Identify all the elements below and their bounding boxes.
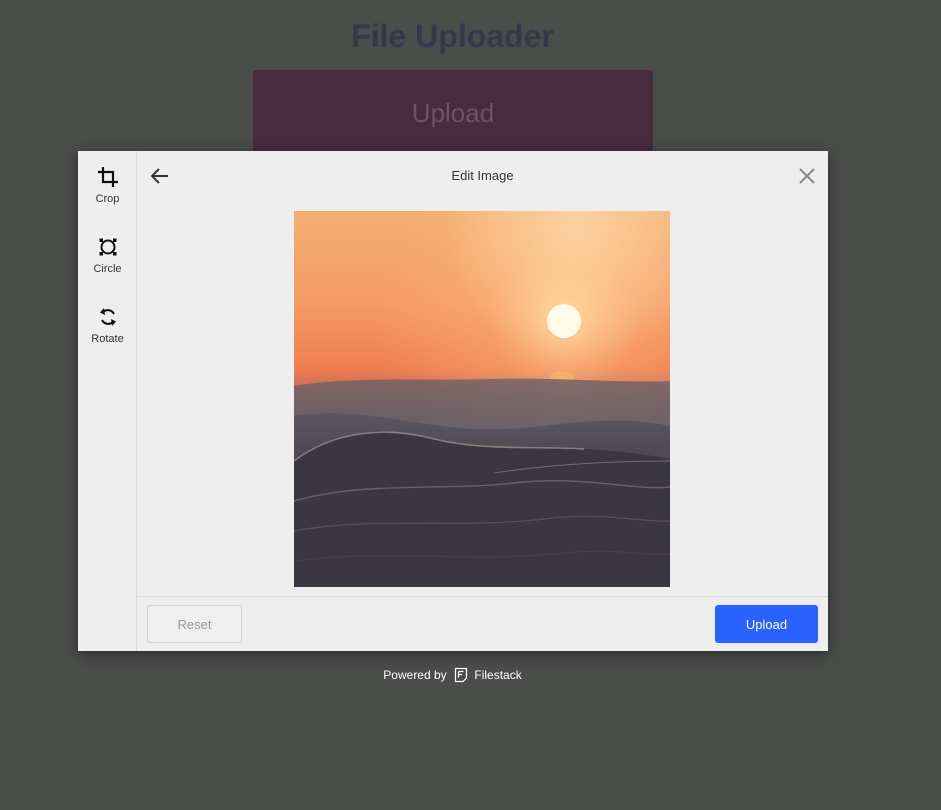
rotate-tool-label: Rotate [91,333,124,345]
sunset-sea-image [294,211,670,587]
powered-by: Powered by Filestack [0,667,905,683]
modal-title: Edit Image [451,168,514,183]
circle-tool[interactable]: Circle [78,235,137,305]
crop-icon [97,167,118,187]
crop-tool[interactable]: Crop [78,165,137,235]
rotate-tool[interactable]: Rotate [78,305,137,375]
background-upload-button: Upload [253,70,653,152]
powered-by-brand[interactable]: Filestack [474,668,521,682]
modal-header: Edit Image [137,151,828,201]
editor-main: Edit Image Reset Upload [137,151,828,651]
powered-by-prefix: Powered by [383,668,447,682]
circle-icon [99,238,116,256]
edit-image-modal: Crop Circle Rotate Edit Image Reset Uplo… [78,151,828,651]
crop-tool-label: Crop [95,193,120,205]
rotate-icon [99,308,116,326]
filestack-logo-icon [454,667,468,683]
modal-footer: Reset Upload [137,596,828,651]
circle-tool-label: Circle [93,263,122,275]
tool-sidebar: Crop Circle Rotate [78,151,137,651]
reset-button[interactable]: Reset [147,605,242,643]
upload-button[interactable]: Upload [715,605,818,643]
image-preview [294,211,670,587]
close-icon[interactable] [798,167,816,185]
page-title: File Uploader [351,18,554,54]
